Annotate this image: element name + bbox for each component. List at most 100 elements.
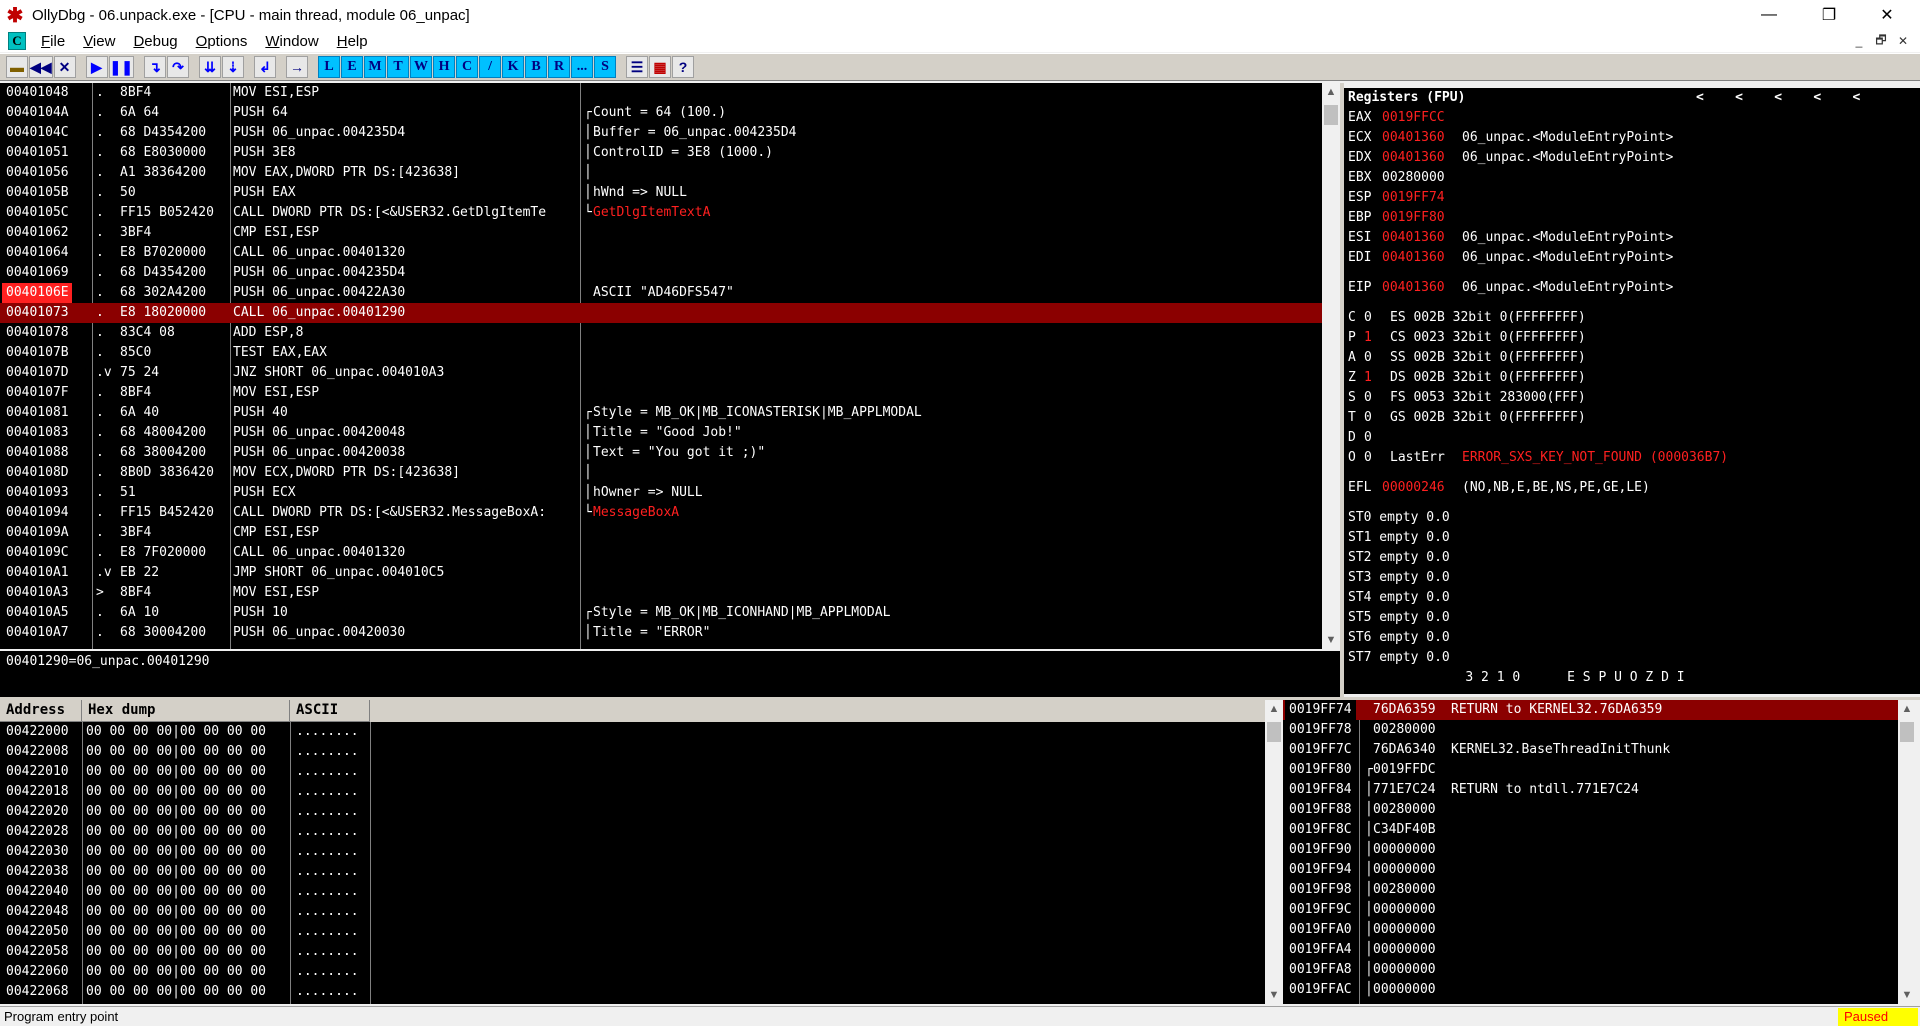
disasm-row[interactable]: 0040105B. 50 PUSH EAX │ hWnd => NULL bbox=[0, 183, 1322, 203]
call-stack-window-button[interactable]: K bbox=[502, 56, 525, 78]
disasm-row[interactable]: 0040109C. E8 7F020000 CALL 06_unpac.004013… bbox=[0, 543, 1322, 563]
run-icon[interactable]: ▶ bbox=[85, 56, 108, 78]
flag-row[interactable]: C 0 ES 002B 32bit 0(FFFFFFFF) bbox=[1344, 308, 1920, 328]
stack-pane[interactable]: 0019FF74 76DA6359 RETURN to KERNEL32.76DA… bbox=[1283, 700, 1898, 1004]
dump-row[interactable]: 00422040 00 00 00 00|00 00 00 00........ bbox=[0, 882, 1265, 902]
register-row[interactable]: EDX 00401360 06_unpac.<ModuleEntryPoint> bbox=[1344, 148, 1920, 168]
mdi-restore-button[interactable]: 🗗 bbox=[1872, 32, 1890, 50]
col-hex-dump[interactable]: Hex dump bbox=[82, 700, 290, 722]
menu-debug[interactable]: Debug bbox=[124, 33, 186, 50]
disasm-row[interactable]: 00401051. 68 E8030000 PUSH 3E8 │ ControlID =… bbox=[0, 143, 1322, 163]
dump-row[interactable]: 00422030 00 00 00 00|00 00 00 00........ bbox=[0, 842, 1265, 862]
patches-window-button[interactable]: / bbox=[479, 56, 502, 78]
disasm-row[interactable]: 00401088. 68 38004200 PUSH 06_unpac.004200… bbox=[0, 443, 1322, 463]
stack-row[interactable]: 0019FFA0 │ 00000000 bbox=[1283, 920, 1898, 940]
flag-row[interactable]: D0 bbox=[1344, 428, 1920, 448]
dump-row[interactable]: 00422050 00 00 00 00|00 00 00 00........ bbox=[0, 922, 1265, 942]
close-button[interactable]: ✕ bbox=[1858, 0, 1916, 30]
stack-row[interactable]: 0019FF8C │ C34DF40B bbox=[1283, 820, 1898, 840]
modules-window-button[interactable]: E bbox=[341, 56, 364, 78]
registers-pane[interactable]: Registers (FPU) < < < < < EAX 0019FFCC ECX… bbox=[1344, 88, 1920, 694]
restore-button[interactable]: ❐ bbox=[1800, 0, 1858, 30]
menu-window[interactable]: Window bbox=[256, 33, 327, 50]
registers-nav-arrows[interactable]: < < < < < bbox=[1696, 88, 1860, 108]
disasm-row[interactable]: 0040104C. 68 D4354200 PUSH 06_unpac.004235… bbox=[0, 123, 1322, 143]
stack-row[interactable]: 0019FF84 │ 771E7C24 RETURN to ntdll.771E7C2… bbox=[1283, 780, 1898, 800]
stack-row[interactable]: 0019FF94 │ 00000000 bbox=[1283, 860, 1898, 880]
efl-row[interactable]: EFL 00000246 (NO,NB,E,BE,NS,PE,GE,LE) bbox=[1344, 478, 1920, 498]
stack-scrollbar[interactable]: ▲ ▼ bbox=[1898, 700, 1916, 1004]
dump-row[interactable]: 00422018 00 00 00 00|00 00 00 00........ bbox=[0, 782, 1265, 802]
flag-row[interactable]: A 0 SS 002B 32bit 0(FFFFFFFF) bbox=[1344, 348, 1920, 368]
trace-into-icon[interactable]: ⇊ bbox=[199, 56, 222, 78]
dump-row[interactable]: 00422010 00 00 00 00|00 00 00 00........ bbox=[0, 762, 1265, 782]
scroll-down-icon[interactable]: ▼ bbox=[1265, 986, 1283, 1004]
handles-window-button[interactable]: H bbox=[433, 56, 456, 78]
stack-row[interactable]: 0019FF7C 76DA6340 KERNEL32.BaseThreadInit… bbox=[1283, 740, 1898, 760]
disasm-row[interactable]: 00401094. FF15 B452420 CALL DWORD PTR DS:[… bbox=[0, 503, 1322, 523]
scroll-up-icon[interactable]: ▲ bbox=[1265, 700, 1283, 718]
stack-row[interactable]: 0019FFA8 │ 00000000 bbox=[1283, 960, 1898, 980]
dump-row[interactable]: 00422068 00 00 00 00|00 00 00 00........ bbox=[0, 982, 1265, 1002]
disasm-row[interactable]: 004010A3 >8BF4 MOV ESI,ESP bbox=[0, 583, 1322, 603]
stack-row[interactable]: 0019FF74 76DA6359 RETURN to KERNEL32.76DA… bbox=[1283, 700, 1898, 720]
breakpoints-window-button[interactable]: B bbox=[525, 56, 548, 78]
dump-pane[interactable]: 00422000 00 00 00 00|00 00 00 00........ 0… bbox=[0, 722, 1265, 1004]
fpu-row[interactable]: ST3 empty 0.0 bbox=[1344, 568, 1920, 588]
disasm-row[interactable]: 00401062. 3BF4 CMP ESI,ESP bbox=[0, 223, 1322, 243]
disasm-row[interactable]: 00401048. 8BF4 MOV ESI,ESP bbox=[0, 83, 1322, 103]
menu-help[interactable]: Help bbox=[328, 33, 377, 50]
disasm-row[interactable]: 00401093. 51 PUSH ECX │ hOwner => NULL bbox=[0, 483, 1322, 503]
register-row[interactable]: ESP 0019FF74 bbox=[1344, 188, 1920, 208]
source-window-button[interactable]: S bbox=[594, 56, 617, 78]
disasm-row[interactable]: 00401064. E8 B7020000 CALL 06_unpac.004013… bbox=[0, 243, 1322, 263]
register-row[interactable]: EBX 00280000 bbox=[1344, 168, 1920, 188]
step-over-icon[interactable]: ↷ bbox=[167, 56, 190, 78]
register-row[interactable]: EAX 0019FFCC bbox=[1344, 108, 1920, 128]
flag-row[interactable]: T 0 GS 002B 32bit 0(FFFFFFFF) bbox=[1344, 408, 1920, 428]
flag-row[interactable]: Z 1 DS 002B 32bit 0(FFFFFFFF) bbox=[1344, 368, 1920, 388]
cpu-window-button[interactable]: C bbox=[456, 56, 479, 78]
dump-row[interactable]: 00422060 00 00 00 00|00 00 00 00........ bbox=[0, 962, 1265, 982]
dump-scrollbar[interactable]: ▲ ▼ bbox=[1265, 700, 1283, 1004]
register-row[interactable]: ECX 00401360 06_unpac.<ModuleEntryPoint> bbox=[1344, 128, 1920, 148]
help-icon[interactable]: ? bbox=[672, 56, 695, 78]
dump-row[interactable]: 00422048 00 00 00 00|00 00 00 00........ bbox=[0, 902, 1265, 922]
fpu-row[interactable]: ST5 empty 0.0 bbox=[1344, 608, 1920, 628]
stack-row[interactable]: 0019FF80 ┌ 0019FFDC bbox=[1283, 760, 1898, 780]
log-window-button[interactable]: L bbox=[318, 56, 341, 78]
stack-row[interactable]: 0019FFAC │ 00000000 bbox=[1283, 980, 1898, 1000]
go-to-address-icon[interactable]: → bbox=[286, 56, 309, 78]
mdi-minimize-button[interactable]: _ bbox=[1850, 32, 1868, 50]
disasm-row[interactable]: 00401073. E8 18020000 CALL 06_unpac.004012… bbox=[0, 303, 1322, 323]
windows-window-button[interactable]: W bbox=[410, 56, 433, 78]
restart-icon[interactable]: ◀◀ bbox=[29, 56, 53, 78]
menu-options[interactable]: Options bbox=[187, 33, 257, 50]
disasm-row[interactable]: 00401056. A1 38364200 MOV EAX,DWORD PTR DS… bbox=[0, 163, 1322, 183]
disasm-row[interactable]: 0040107F. 8BF4 MOV ESI,ESP bbox=[0, 383, 1322, 403]
disasm-row[interactable]: 004010A7. 68 30004200 PUSH 06_unpac.004200… bbox=[0, 623, 1322, 643]
dump-row[interactable]: 00422058 00 00 00 00|00 00 00 00........ bbox=[0, 942, 1265, 962]
register-row[interactable]: EDI 00401360 06_unpac.<ModuleEntryPoint> bbox=[1344, 248, 1920, 268]
disasm-row[interactable]: 0040109A. 3BF4 CMP ESI,ESP bbox=[0, 523, 1322, 543]
fpu-row[interactable]: ST7 empty 0.0 bbox=[1344, 648, 1920, 668]
register-row[interactable]: ESI 00401360 06_unpac.<ModuleEntryPoint> bbox=[1344, 228, 1920, 248]
step-into-icon[interactable]: ↴ bbox=[144, 56, 167, 78]
register-row[interactable]: EIP 00401360 06_unpac.<ModuleEntryPoint> bbox=[1344, 278, 1920, 298]
scroll-up-icon[interactable]: ▲ bbox=[1322, 83, 1340, 101]
disasm-row[interactable]: 00401078. 83C4 08 ADD ESP,8 bbox=[0, 323, 1322, 343]
flag-row[interactable]: S 0 FS 0053 32bit 283000(FFF) bbox=[1344, 388, 1920, 408]
register-row[interactable]: EBP 0019FF80 bbox=[1344, 208, 1920, 228]
disasm-row[interactable]: 00401069. 68 D4354200 PUSH 06_unpac.004235… bbox=[0, 263, 1322, 283]
disasm-row[interactable]: 0040104A. 6A 64 PUSH 64 ┌ Count = 64 (100.) bbox=[0, 103, 1322, 123]
disasm-row[interactable]: 00401081. 6A 40 PUSH 40 ┌ Style = MB_OK|MB_I… bbox=[0, 403, 1322, 423]
col-ascii[interactable]: ASCII bbox=[290, 700, 370, 722]
open-icon[interactable]: ▬ bbox=[6, 56, 28, 78]
dump-row[interactable]: 00422028 00 00 00 00|00 00 00 00........ bbox=[0, 822, 1265, 842]
scroll-down-icon[interactable]: ▼ bbox=[1322, 631, 1340, 649]
references-window-button[interactable]: R bbox=[548, 56, 571, 78]
scroll-down-icon[interactable]: ▼ bbox=[1898, 986, 1916, 1004]
disasm-row[interactable]: 0040107D .v 75 24 JNZ SHORT 06_unpac.004010… bbox=[0, 363, 1322, 383]
close-debuggee-icon[interactable]: ✕ bbox=[53, 56, 76, 78]
dump-row[interactable]: 00422038 00 00 00 00|00 00 00 00........ bbox=[0, 862, 1265, 882]
